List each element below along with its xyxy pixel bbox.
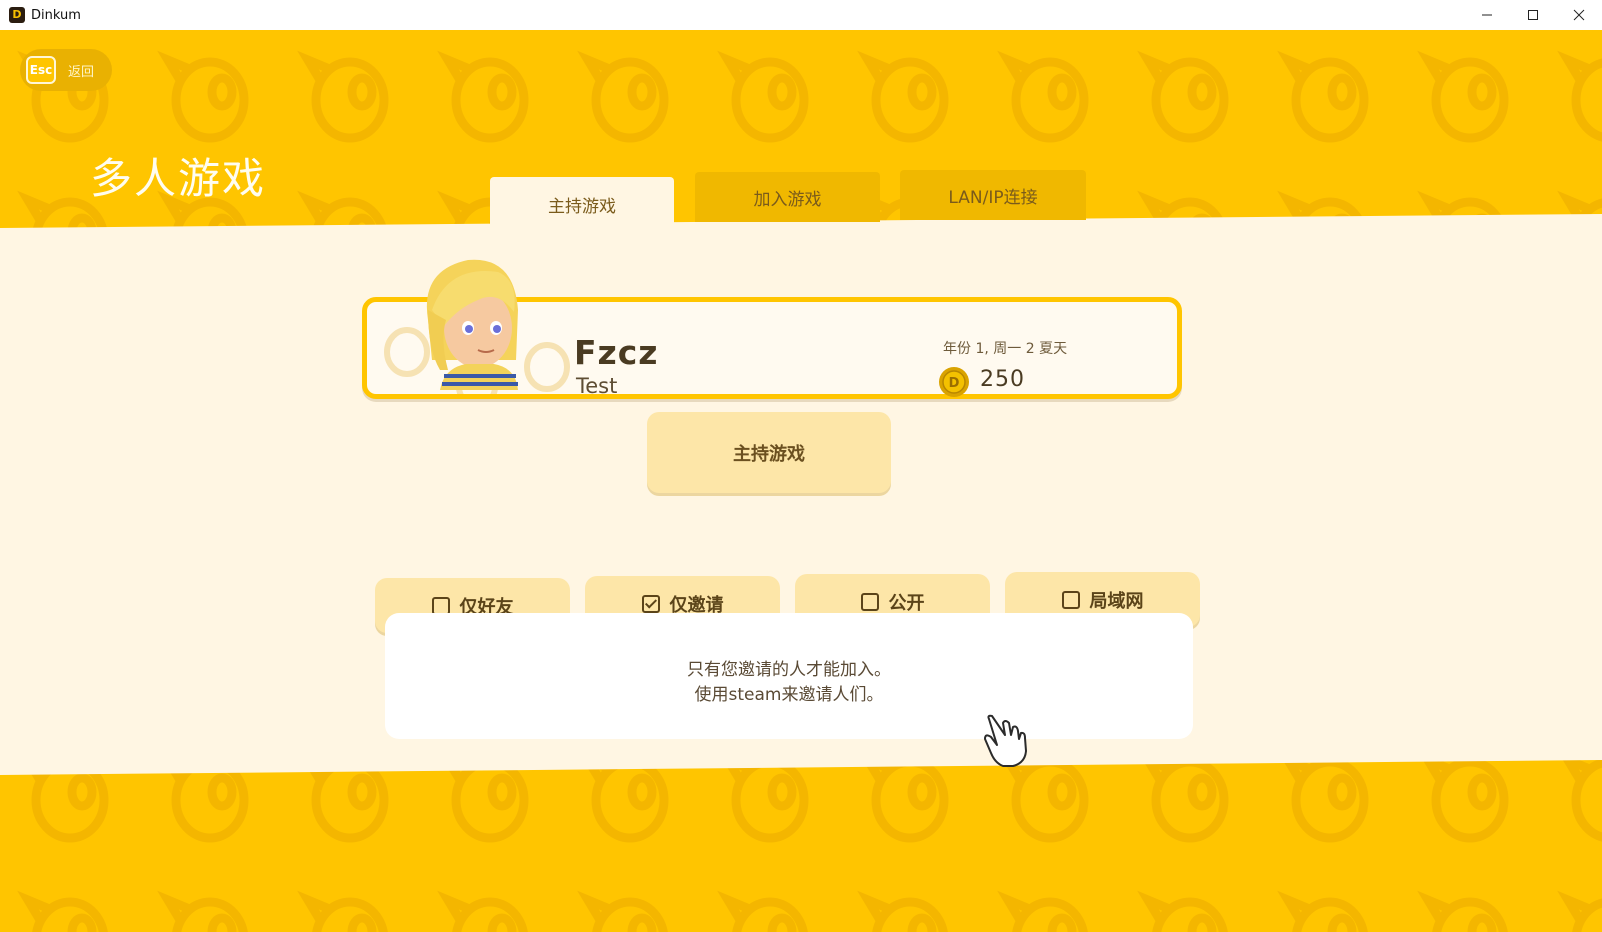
minimize-icon	[1482, 14, 1492, 16]
hand-pointer-icon	[984, 714, 1027, 767]
game-date: 年份 1, 周一 2 夏天	[943, 341, 1068, 357]
maximize-button[interactable]	[1510, 0, 1556, 30]
esc-key-icon: Esc	[26, 56, 56, 84]
checkbox-icon[interactable]	[860, 592, 879, 611]
checkbox-icon[interactable]	[1061, 590, 1080, 609]
host-game-label: 主持游戏	[733, 443, 805, 465]
dinkum-app-icon: D	[9, 7, 25, 23]
player-name: Fzcz	[574, 333, 659, 372]
tab-host-game[interactable]: 主持游戏	[490, 177, 674, 231]
title-bar: D Dinkum	[0, 0, 1602, 30]
back-button[interactable]: Esc 返回	[20, 49, 112, 91]
tab-label: 主持游戏	[548, 196, 616, 217]
tab-join-game[interactable]: 加入游戏	[695, 172, 880, 222]
description-line-2: 使用steam来邀请人们。	[694, 685, 884, 705]
checkbox-icon[interactable]	[431, 596, 450, 615]
option-label: 局域网	[1089, 590, 1144, 612]
player-avatar	[426, 259, 518, 390]
host-game-button[interactable]: 主持游戏	[647, 412, 891, 493]
option-label: 公开	[888, 592, 925, 614]
window-controls	[1464, 0, 1602, 30]
description-line-1: 只有您邀请的人才能加入。	[687, 660, 891, 680]
maximize-icon	[1528, 10, 1538, 20]
tab-label: 加入游戏	[753, 189, 822, 210]
minimize-button[interactable]	[1464, 0, 1510, 30]
description-box: 只有您邀请的人才能加入。 使用steam来邀请人们。	[385, 613, 1193, 739]
close-icon	[1573, 9, 1585, 21]
dinks-coin-icon: D	[939, 367, 969, 397]
close-button[interactable]	[1556, 0, 1602, 30]
money-amount: 250	[980, 367, 1025, 392]
tab-lan-ip[interactable]: LAN/IP连接	[900, 170, 1086, 220]
back-label: 返回	[68, 64, 95, 80]
svg-text:D: D	[949, 376, 960, 391]
page-title: 多人游戏	[90, 154, 267, 203]
tab-label: LAN/IP连接	[948, 187, 1038, 208]
checkbox-checked-icon[interactable]	[641, 594, 660, 613]
window-title: Dinkum	[31, 7, 81, 23]
farm-name: Test	[576, 374, 618, 398]
